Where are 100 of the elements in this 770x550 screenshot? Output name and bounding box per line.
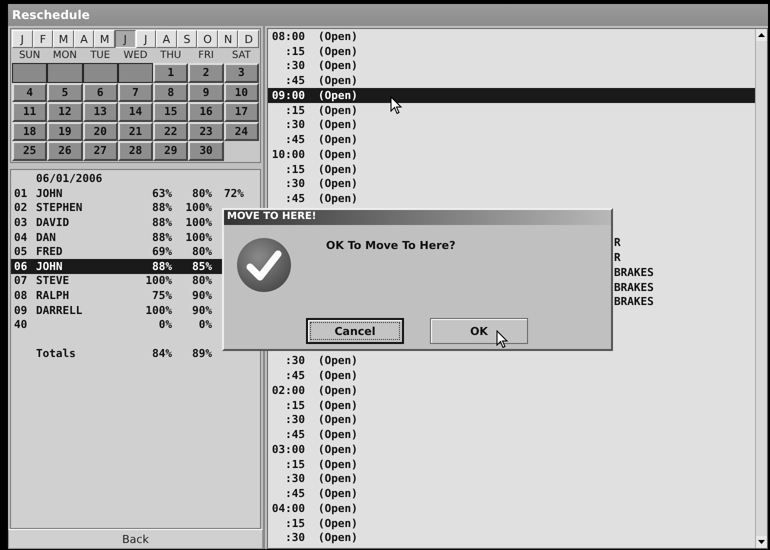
- staff-row[interactable]: 01 JOHN 63% 80% 72%: [11, 186, 260, 201]
- percent-value: 63%: [151, 186, 172, 200]
- back-button[interactable]: Back: [8, 529, 263, 549]
- month-tab[interactable]: S: [176, 30, 198, 48]
- dialog-button[interactable]: OK: [430, 318, 528, 344]
- month-tab[interactable]: M: [94, 30, 115, 48]
- day-button[interactable]: 2: [188, 63, 224, 82]
- slot-time: :30: [284, 531, 305, 544]
- month-tab[interactable]: A: [156, 30, 177, 48]
- day-button[interactable]: 8: [153, 82, 188, 102]
- percent-value: 0%: [158, 318, 172, 332]
- day-button[interactable]: 19: [47, 122, 83, 141]
- time-slot-row[interactable]: :45 (Open): [268, 368, 755, 383]
- month-tab[interactable]: J: [114, 30, 136, 48]
- day-button[interactable]: 6: [82, 82, 118, 102]
- slot-status: (Open): [318, 192, 358, 206]
- day-button[interactable]: 28: [118, 141, 154, 160]
- dialog-button[interactable]: Cancel: [306, 318, 404, 344]
- time-slot-row[interactable]: :45 (Open): [268, 132, 755, 147]
- time-slot-row[interactable]: :15 (Open): [268, 44, 755, 58]
- time-slot-row[interactable]: :30 (Open): [268, 530, 755, 546]
- slot-time: 09:00: [270, 88, 305, 102]
- day-button[interactable]: 17: [224, 102, 259, 122]
- time-slot-row[interactable]: :30 (Open): [268, 176, 755, 192]
- slot-status: (Open): [318, 398, 358, 412]
- month-tab[interactable]: M: [53, 30, 74, 48]
- month-tab[interactable]: A: [74, 30, 94, 48]
- day-button[interactable]: 18: [12, 122, 48, 141]
- day-button[interactable]: 14: [118, 102, 154, 122]
- staff-number: 08: [14, 289, 28, 302]
- day-button[interactable]: 11: [12, 102, 48, 122]
- time-slot-row[interactable]: :30 (Open): [268, 354, 755, 368]
- day-button[interactable]: 7: [118, 82, 154, 102]
- percent-value: 100%: [184, 216, 212, 230]
- time-slot-row[interactable]: :45 (Open): [268, 486, 755, 501]
- percent-value: 88%: [151, 260, 172, 273]
- time-slot-row[interactable]: :30 (Open): [268, 118, 755, 132]
- slot-status: (Open): [318, 30, 358, 43]
- month-tab[interactable]: J: [136, 30, 156, 48]
- day-button[interactable]: 25: [12, 141, 48, 160]
- time-slot-row[interactable]: 09:00 (Open): [268, 88, 755, 103]
- slot-time: :30: [284, 59, 305, 72]
- time-slot-row[interactable]: :45 (Open): [268, 427, 755, 442]
- day-button[interactable]: 29: [153, 141, 188, 160]
- slot-status: (Open): [318, 74, 358, 88]
- day-button[interactable]: 21: [118, 122, 154, 141]
- month-tab[interactable]: F: [32, 30, 54, 48]
- time-slot-row[interactable]: :15 (Open): [268, 516, 755, 530]
- time-slot-row[interactable]: :30 (Open): [268, 472, 755, 486]
- slot-time: :45: [284, 487, 305, 500]
- scroll-down-icon[interactable]: [756, 536, 767, 548]
- day-button[interactable]: 30: [188, 141, 224, 160]
- slot-time: 04:00: [270, 502, 305, 515]
- staff-name: JOHN: [36, 260, 64, 273]
- day-button[interactable]: 12: [47, 102, 83, 122]
- month-tab[interactable]: N: [218, 30, 238, 48]
- day-button[interactable]: 15: [153, 102, 188, 122]
- time-slot-row[interactable]: :15 (Open): [268, 398, 755, 412]
- time-slot-row[interactable]: 02:00 (Open): [268, 383, 755, 398]
- time-slot-row[interactable]: :45 (Open): [268, 191, 755, 206]
- weekday-label: TUE: [89, 50, 112, 61]
- slot-status: (Open): [318, 177, 358, 190]
- time-slot-row[interactable]: :15 (Open): [268, 456, 755, 472]
- time-slot-row[interactable]: :15 (Open): [268, 102, 755, 118]
- time-slot-row[interactable]: :45 (Open): [268, 73, 755, 88]
- time-slot-row[interactable]: :30 (Open): [268, 58, 755, 74]
- day-button[interactable]: 10: [224, 82, 259, 102]
- day-button[interactable]: 24: [224, 122, 259, 141]
- month-tab[interactable]: D: [238, 30, 259, 48]
- slot-status: (Open): [318, 59, 358, 72]
- slot-time: :15: [284, 458, 305, 471]
- month-tab[interactable]: O: [197, 30, 218, 48]
- staff-number: 09: [14, 304, 28, 317]
- scroll-up-icon[interactable]: [756, 29, 767, 41]
- slot-status: R: [614, 251, 621, 264]
- day-button[interactable]: 5: [47, 82, 83, 102]
- time-slot-row[interactable]: 04:00 (Open): [268, 501, 755, 516]
- day-button[interactable]: 4: [12, 82, 48, 102]
- time-slot-row[interactable]: :30 (Open): [268, 412, 755, 428]
- day-button[interactable]: 23: [188, 122, 224, 141]
- time-slot-row[interactable]: 03:00 (Open): [268, 442, 755, 457]
- day-button[interactable]: 16: [188, 102, 224, 122]
- day-button[interactable]: 26: [47, 141, 83, 160]
- time-slot-row[interactable]: 10:00 (Open): [268, 147, 755, 162]
- day-button[interactable]: 13: [82, 102, 118, 122]
- day-button[interactable]: 9: [188, 82, 224, 102]
- month-tab[interactable]: J: [12, 30, 33, 48]
- day-button[interactable]: 3: [224, 63, 259, 82]
- staff-number: 02: [14, 201, 28, 214]
- day-button[interactable]: 22: [153, 122, 188, 141]
- time-slot-row[interactable]: 08:00 (Open): [268, 29, 755, 44]
- day-button[interactable]: 20: [82, 122, 118, 141]
- day-button[interactable]: 1: [153, 63, 188, 82]
- weekday-label: MON: [52, 50, 78, 61]
- day-button[interactable]: 27: [82, 141, 118, 160]
- weekday-label: SUN: [18, 50, 42, 61]
- time-slot-row[interactable]: :15 (Open): [268, 162, 755, 176]
- staff-name: RALPH: [36, 289, 70, 302]
- staff-number: 07: [14, 274, 28, 288]
- slot-time: :45: [284, 192, 305, 206]
